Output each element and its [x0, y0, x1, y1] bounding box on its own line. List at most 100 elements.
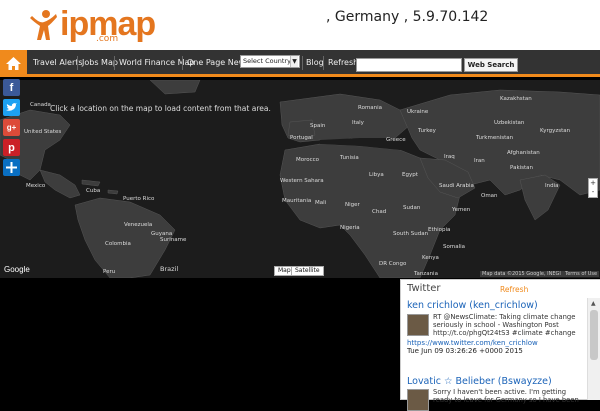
map-label: Ethiopia [428, 227, 451, 233]
google-logo: Google [4, 265, 30, 274]
map-label: Puerto Rico [123, 196, 155, 202]
map-label: Romania [358, 105, 383, 111]
twitter-widget-title: Twitter [407, 283, 441, 294]
twitter-refresh-link[interactable]: Refresh [500, 285, 528, 294]
map-label: Morocco [296, 157, 320, 163]
map-label: Brazil [160, 265, 179, 273]
web-search-button[interactable]: Web Search [464, 58, 518, 72]
map-label: Iraq [444, 154, 455, 160]
map-label: Ukraine [407, 109, 429, 115]
nav-refresh[interactable]: Refresh [328, 58, 358, 67]
nav-divider [323, 56, 324, 70]
map-credit: Map data ©2015 Google, INEGI [480, 271, 563, 277]
map-label: Mexico [26, 183, 46, 189]
world-map[interactable]: Click a location on the map to load cont… [0, 80, 600, 278]
nav-world-finance-map[interactable]: World Finance Map [119, 58, 195, 67]
zoom-in-button[interactable]: + [589, 179, 597, 188]
tweet: ken crichlow (ken_crichlow) RT @NewsClim… [407, 300, 585, 355]
country-select[interactable]: Select Country ▼ [240, 55, 300, 68]
nav-jobs-map[interactable]: Jobs Map [82, 58, 118, 67]
tweet-author[interactable]: Lovatic ☆ Belieber (Bswayzze) [407, 376, 585, 387]
map-label: Colombia [105, 241, 131, 247]
map-type-satellite-button[interactable]: Satellite [291, 266, 324, 276]
map-label: Western Sahara [280, 178, 324, 184]
map-label: Mauritania [282, 198, 312, 204]
map-label: Turkey [418, 128, 436, 134]
pinterest-icon: p [8, 141, 15, 154]
more-share-button[interactable] [3, 159, 20, 176]
search-input[interactable] [356, 58, 462, 72]
map-label: Pakistan [510, 165, 534, 171]
scroll-up-icon[interactable]: ▲ [591, 300, 596, 307]
map-label: Venezuela [124, 222, 153, 228]
googleplus-share-button[interactable]: g+ [3, 119, 20, 136]
map-label: Oman [481, 193, 498, 199]
tweet-profile-link[interactable]: https://www.twitter.com/ken_crichlow [407, 339, 538, 347]
nav-divider [302, 56, 303, 70]
map-label: Niger [345, 202, 360, 208]
home-button[interactable] [0, 50, 27, 77]
twitter-widget: Twitter Refresh ken crichlow (ken_crichl… [400, 279, 600, 411]
map-label: Mali [315, 200, 327, 206]
map-label: Yemen [452, 207, 471, 213]
map-label: Cuba [86, 188, 101, 194]
country-select-value: Select Country [243, 57, 291, 65]
ipmap-logo[interactable]: ipmap .com [26, 6, 156, 44]
map-label: South Sudan [393, 231, 429, 237]
tweet-text: Sorry I haven't been active. I'm getting… [433, 388, 579, 404]
nav-divider [114, 56, 115, 70]
map-label: Egypt [402, 172, 418, 178]
map-label: Tunisia [340, 155, 359, 161]
location-ip-info: , Germany , 5.9.70.142 [326, 9, 489, 25]
nav-blog[interactable]: Blog [306, 58, 324, 67]
zoom-control: + - [588, 178, 598, 198]
map-label: Saudi Arabia [439, 183, 474, 189]
map-label: Kyrgyzstan [540, 128, 571, 134]
googleplus-icon: g+ [6, 123, 17, 132]
nav-divider [77, 56, 78, 70]
avatar[interactable] [407, 314, 429, 336]
zoom-out-button[interactable]: - [589, 188, 597, 197]
map-label: United States [24, 129, 62, 135]
map-label: India [545, 183, 559, 189]
map-label: Chad [372, 209, 387, 215]
map-instruction: Click a location on the map to load cont… [50, 104, 271, 113]
scrollbar-thumb[interactable] [590, 310, 598, 360]
pinterest-share-button[interactable]: p [3, 139, 20, 156]
map-label: Portugal [290, 135, 313, 141]
twitter-share-button[interactable] [3, 99, 20, 116]
avatar[interactable] [407, 389, 429, 411]
header: ipmap .com , Germany , 5.9.70.142 [0, 0, 600, 50]
map-label: Italy [352, 120, 364, 126]
map-terms-link[interactable]: Terms of Use [563, 271, 600, 277]
person-figure-icon [30, 10, 57, 40]
tweet-text: RT @NewsClimate: Taking climate change s… [433, 313, 576, 337]
twitter-widget-header: Twitter Refresh [401, 280, 600, 298]
facebook-icon: f [9, 81, 14, 94]
nav-travel-alerts[interactable]: Travel Alerts [33, 58, 83, 67]
map-label: Sudan [403, 205, 421, 211]
share-plus-icon [6, 162, 17, 173]
chevron-down-icon: ▼ [290, 56, 298, 67]
map-label: Spain [310, 123, 326, 129]
map-label: Turkmenistan [476, 135, 514, 141]
map-label: Libya [369, 172, 384, 178]
map-label: Suriname [160, 237, 187, 243]
tweet-author[interactable]: ken crichlow (ken_crichlow) [407, 300, 585, 311]
map-label: Nigeria [340, 225, 360, 231]
twitter-scrollbar[interactable]: ▲ [587, 298, 600, 400]
map-label: Tanzania [414, 271, 438, 277]
map-label: Peru [103, 269, 116, 275]
map-label: Kazakhstan [500, 96, 532, 102]
tweet-timestamp: Tue Jun 09 03:26:26 +0000 2015 [407, 347, 523, 355]
map-label: Uzbekistan [494, 120, 525, 126]
map-label: Somalia [443, 244, 466, 250]
map-label: Canada [30, 102, 51, 108]
facebook-share-button[interactable]: f [3, 79, 20, 96]
logo-suffix: .com [96, 34, 119, 44]
map-label: Kenya [422, 255, 439, 261]
home-icon [6, 57, 21, 70]
tweet: Lovatic ☆ Belieber (Bswayzze) Sorry I ha… [407, 376, 585, 411]
nav-divider [182, 56, 183, 70]
map-label: DR Congo [379, 261, 407, 267]
